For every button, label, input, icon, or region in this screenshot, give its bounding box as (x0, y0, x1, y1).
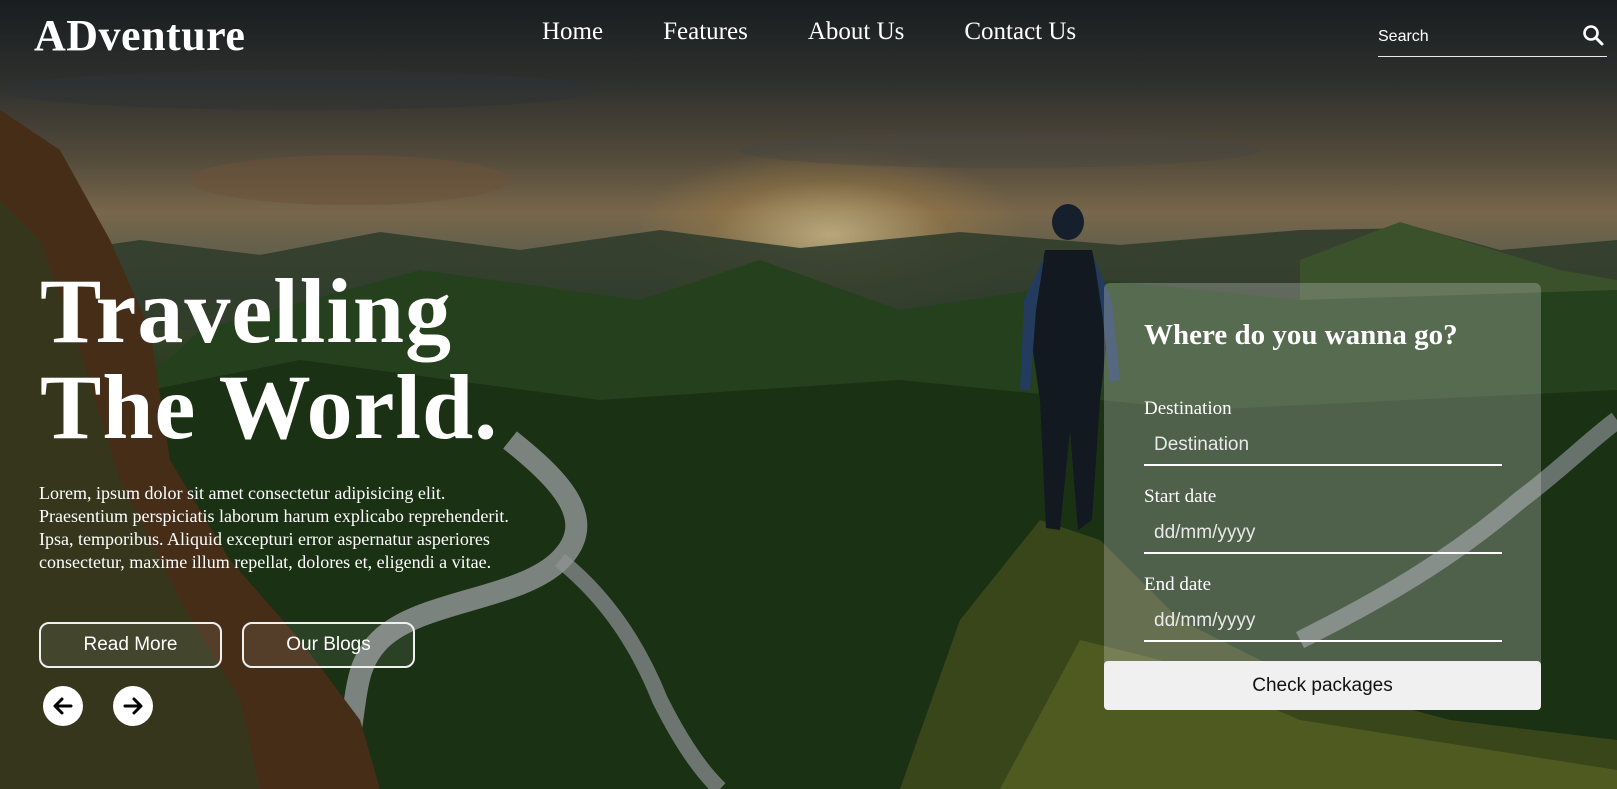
hero-title: Travelling The World. (40, 263, 600, 455)
booking-panel: Where do you wanna go? Destination Start… (1104, 283, 1541, 710)
check-packages-button[interactable]: Check packages (1104, 661, 1541, 710)
our-blogs-button[interactable]: Our Blogs (242, 622, 415, 668)
nav-home[interactable]: Home (542, 18, 603, 46)
destination-label: Destination (1144, 398, 1232, 419)
destination-input[interactable] (1144, 426, 1502, 464)
end-date-field-wrap (1144, 602, 1502, 642)
next-slide-button[interactable] (113, 686, 153, 726)
nav-contact-us[interactable]: Contact Us (964, 18, 1076, 46)
destination-field-wrap (1144, 426, 1502, 466)
nav-about-us[interactable]: About Us (808, 18, 905, 46)
arrow-left-icon (53, 697, 73, 715)
end-date-label: End date (1144, 574, 1212, 595)
booking-title: Where do you wanna go? (1144, 319, 1458, 351)
read-more-button[interactable]: Read More (39, 622, 222, 668)
search-bar (1378, 20, 1607, 57)
hero-description: Lorem, ipsum dolor sit amet consectetur … (39, 483, 509, 572)
site-logo[interactable]: ADventure (34, 10, 245, 61)
hero-title-line-1: Travelling (40, 260, 453, 362)
start-date-input[interactable] (1144, 514, 1502, 552)
hero-title-line-2: The World. (40, 356, 499, 458)
end-date-input[interactable] (1144, 602, 1502, 640)
arrow-right-icon (123, 697, 143, 715)
search-icon[interactable] (1581, 23, 1605, 47)
start-date-label: Start date (1144, 486, 1217, 507)
prev-slide-button[interactable] (43, 686, 83, 726)
search-input[interactable] (1378, 24, 1568, 50)
start-date-field-wrap (1144, 514, 1502, 554)
main-nav: Home Features About Us Contact Us (542, 18, 1136, 46)
nav-features[interactable]: Features (663, 18, 748, 46)
